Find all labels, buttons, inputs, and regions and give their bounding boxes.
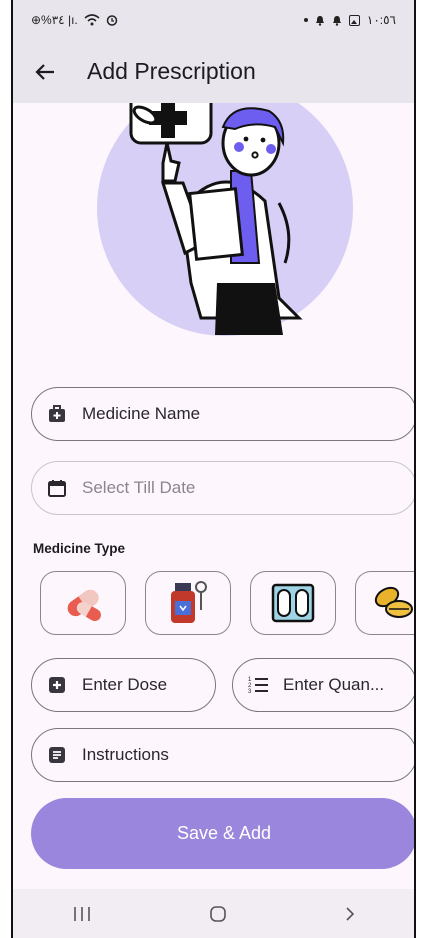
medicine-type-capsule[interactable] <box>40 571 126 635</box>
wifi-icon <box>84 14 100 26</box>
medicine-name-value: Medicine Name <box>82 404 201 423</box>
alarm-icon <box>106 15 117 26</box>
blister-pack-icon <box>271 583 315 623</box>
chevron-right-icon[interactable] <box>343 905 357 923</box>
instructions-field[interactable]: Instructions <box>31 728 414 782</box>
save-add-label: Save & Add <box>176 823 272 843</box>
instructions-placeholder: Instructions <box>82 745 169 764</box>
svg-text:3: 3 <box>248 689 252 695</box>
calendar-icon <box>46 477 68 499</box>
doctor-illustration <box>97 103 353 336</box>
home-icon[interactable] <box>208 904 228 924</box>
till-date-field[interactable]: Select Till Date <box>31 461 414 515</box>
notes-icon <box>46 744 68 766</box>
dose-placeholder: Enter Dose <box>82 675 168 694</box>
medicine-type-blister[interactable] <box>250 571 336 635</box>
save-add-button[interactable]: Save & Add <box>31 798 414 869</box>
back-button[interactable] <box>31 58 59 86</box>
app-screen: ⊕%٣٤ |ı. ١٠:٥٦ Add Prescription Medicine… <box>11 0 416 938</box>
arrow-left-icon <box>35 63 54 80</box>
tablets-icon <box>374 586 413 618</box>
app-bar: Add Prescription <box>13 40 414 103</box>
syrup-icon <box>171 581 207 623</box>
quantity-field[interactable]: 123 Enter Quan... <box>232 658 414 712</box>
status-right: ١٠:٥٦ <box>303 13 396 27</box>
gallery-icon <box>348 14 360 26</box>
status-bar: ⊕%٣٤ |ı. ١٠:٥٦ <box>13 0 414 40</box>
status-left: ⊕%٣٤ |ı. <box>31 13 118 27</box>
medical-bag-icon <box>46 403 68 425</box>
recent-apps-icon[interactable] <box>71 905 93 923</box>
medicine-type-tablets[interactable] <box>355 571 414 635</box>
capsule-icon <box>67 589 101 621</box>
notification-bell-icon-2 <box>332 15 341 26</box>
status-time: ١٠:٥٦ <box>366 13 396 27</box>
status-left-text: ⊕%٣٤ |ı. <box>31 13 78 27</box>
dose-field[interactable]: Enter Dose <box>31 658 216 712</box>
notification-bell-icon <box>315 15 324 26</box>
medicine-name-field[interactable]: Medicine Name <box>31 387 414 441</box>
till-date-placeholder: Select Till Date <box>82 478 196 497</box>
medicine-type-label: Medicine Type <box>33 541 126 556</box>
plus-box-icon <box>46 674 68 696</box>
medicine-type-syrup[interactable] <box>145 571 231 635</box>
dot-icon <box>303 18 308 22</box>
system-nav-bar <box>13 889 414 938</box>
numbered-list-icon: 123 <box>247 674 269 696</box>
quantity-placeholder: Enter Quan... <box>283 675 385 694</box>
page-title: Add Prescription <box>87 58 256 84</box>
